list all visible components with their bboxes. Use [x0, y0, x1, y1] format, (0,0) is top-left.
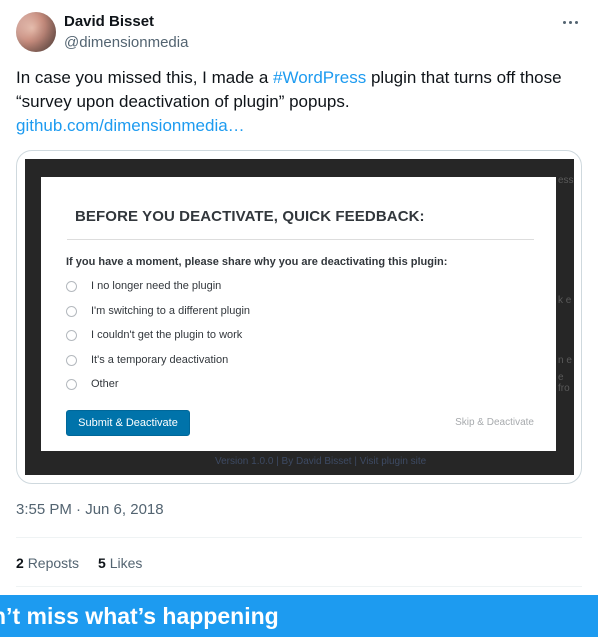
- feedback-dialog: BEFORE YOU DEACTIVATE, QUICK FEEDBACK: I…: [41, 177, 556, 451]
- bg-text-fragment: ess: [558, 175, 574, 186]
- reason-option[interactable]: Other: [66, 378, 119, 390]
- option-label: I no longer need the plugin: [91, 280, 222, 292]
- media-card[interactable]: ess k e n e e fro Version 1.0.0 | By Dav…: [16, 150, 582, 484]
- option-label: I couldn't get the plugin to work: [91, 329, 243, 341]
- radio-button[interactable]: [66, 378, 77, 390]
- reason-option[interactable]: I no longer need the plugin: [66, 280, 221, 292]
- github-link[interactable]: github.com/dimensionmedia…: [16, 116, 245, 135]
- reposts-label: Reposts: [27, 555, 80, 571]
- radio-button[interactable]: [66, 305, 77, 317]
- tweet-text-before: In case you missed this, I made a: [16, 68, 274, 87]
- screenshot-background: ess k e n e e fro Version 1.0.0 | By Dav…: [25, 159, 574, 475]
- engagement-stats: 2 Reposts 5 Likes: [16, 553, 142, 573]
- tweet-timestamp[interactable]: 3:55 PM · Jun 6, 2018: [16, 500, 164, 520]
- bg-text-fragment: n e: [558, 355, 572, 366]
- signup-banner: n’t miss what’s happening: [0, 595, 598, 637]
- divider: [16, 537, 582, 538]
- divider: [16, 586, 582, 587]
- reposts-count: 2: [16, 555, 24, 571]
- hashtag-link[interactable]: #WordPress: [273, 68, 366, 87]
- reason-option[interactable]: I couldn't get the plugin to work: [66, 329, 242, 341]
- radio-button[interactable]: [66, 329, 77, 341]
- more-options-icon[interactable]: [560, 12, 580, 32]
- plugin-meta-footer: Version 1.0.0 | By David Bisset | Visit …: [215, 456, 427, 467]
- option-label: It's a temporary deactivation: [91, 354, 229, 366]
- likes-count: 5: [98, 555, 106, 571]
- radio-button[interactable]: [66, 354, 77, 366]
- submit-deactivate-button[interactable]: Submit & Deactivate: [66, 410, 190, 436]
- reposts-stat[interactable]: 2 Reposts: [16, 553, 79, 573]
- reason-option[interactable]: It's a temporary deactivation: [66, 354, 228, 366]
- radio-button[interactable]: [66, 280, 77, 292]
- option-label: I'm switching to a different plugin: [91, 305, 251, 317]
- author-avatar[interactable]: [16, 12, 56, 52]
- banner-text: n’t miss what’s happening: [0, 603, 279, 629]
- bg-text-fragment: k e: [558, 295, 572, 306]
- author-handle[interactable]: @dimensionmedia: [64, 33, 188, 53]
- tweet-text: In case you missed this, I made a #WordP…: [16, 66, 590, 138]
- dialog-divider: [67, 239, 534, 240]
- option-label: Other: [91, 378, 119, 390]
- dialog-title: BEFORE YOU DEACTIVATE, QUICK FEEDBACK:: [75, 208, 425, 225]
- likes-stat[interactable]: 5 Likes: [98, 553, 142, 573]
- bg-text-fragment: e fro: [558, 372, 570, 394]
- reason-option[interactable]: I'm switching to a different plugin: [66, 305, 250, 317]
- likes-label: Likes: [109, 555, 143, 571]
- skip-deactivate-link[interactable]: Skip & Deactivate: [455, 417, 534, 428]
- author-name[interactable]: David Bisset: [64, 12, 154, 32]
- dialog-question: If you have a moment, please share why y…: [66, 256, 448, 268]
